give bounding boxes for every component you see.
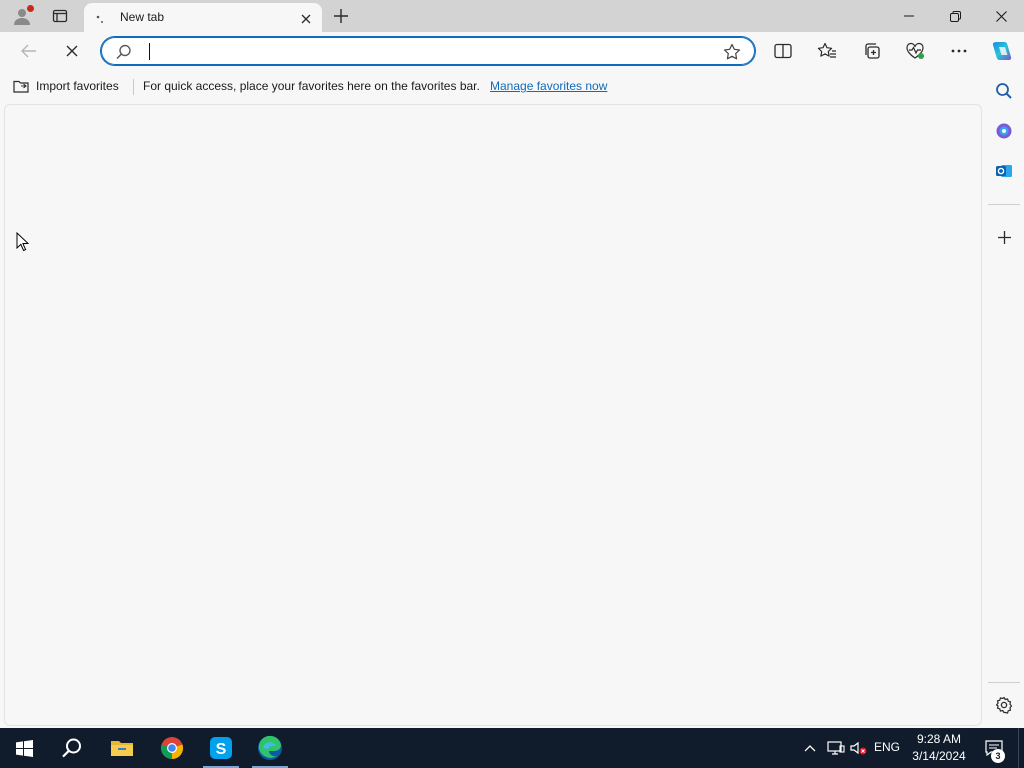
folder-icon: [111, 741, 133, 756]
address-bar[interactable]: [100, 36, 756, 66]
new-tab-button[interactable]: [328, 4, 354, 28]
import-favorites-icon: [13, 80, 29, 93]
start-button[interactable]: [0, 728, 48, 768]
sidebar: [984, 70, 1024, 726]
chevron-up-icon: [804, 745, 816, 752]
tab-new-tab[interactable]: New tab: [84, 3, 322, 32]
favorites-button[interactable]: [812, 36, 842, 66]
search-icon: [62, 738, 81, 758]
restore-icon: [949, 10, 961, 22]
settings-and-more-button[interactable]: [944, 36, 974, 66]
gear-icon: [995, 696, 1013, 714]
favorites-bar-divider: [133, 79, 134, 95]
minimize-icon: [904, 15, 914, 17]
toolbar: [0, 32, 1024, 70]
show-hidden-icons-button[interactable]: [800, 738, 820, 758]
mouse-cursor-icon: [16, 232, 30, 252]
clock[interactable]: 9:28 AM 3/14/2024: [906, 731, 972, 765]
sidebar-divider: [988, 682, 1020, 683]
tab-title: New tab: [120, 10, 165, 24]
taskbar-search-button[interactable]: [48, 728, 96, 768]
text-caret: [149, 43, 150, 60]
clock-time: 9:28 AM: [916, 732, 962, 746]
import-favorites-label: Import favorites: [36, 79, 119, 93]
input-language[interactable]: ENG: [874, 740, 900, 754]
skype-icon: S: [210, 737, 232, 759]
clock-date: 3/14/2024: [912, 749, 966, 763]
sidebar-settings-button[interactable]: [988, 690, 1020, 720]
show-desktop-button[interactable]: [1018, 728, 1024, 768]
favorites-bar: Import favorites For quick access, place…: [0, 72, 980, 100]
search-icon: [996, 83, 1012, 99]
split-screen-button[interactable]: [768, 36, 798, 66]
notification-count-badge: 3: [991, 749, 1005, 763]
taskbar: S ENG 9:28 AM 3/14/2024 3: [0, 728, 1024, 768]
tab-actions-button[interactable]: [46, 4, 74, 28]
loading-icon: [94, 11, 110, 27]
microsoft-365-icon: [996, 123, 1012, 139]
collections-button[interactable]: [857, 36, 887, 66]
network-icon: [827, 741, 845, 755]
edge-icon: [258, 735, 282, 760]
split-screen-icon: [774, 43, 792, 59]
page-content-area[interactable]: [4, 104, 982, 726]
profile-status-dot: [27, 5, 34, 12]
performance-icon: [906, 42, 924, 59]
title-bar: New tab: [0, 0, 1024, 32]
close-window-icon: [995, 10, 1007, 22]
tab-actions-icon: [52, 9, 68, 23]
address-input[interactable]: [153, 40, 717, 64]
outlook-icon: [996, 165, 1012, 177]
collections-icon: [865, 43, 880, 59]
minimize-button[interactable]: [886, 0, 932, 32]
volume-button[interactable]: [848, 738, 868, 758]
network-button[interactable]: [826, 738, 846, 758]
taskbar-chrome[interactable]: [148, 728, 196, 768]
restore-button[interactable]: [932, 0, 978, 32]
volume-muted-icon: [850, 741, 867, 755]
favorites-icon: [817, 42, 836, 58]
taskbar-edge[interactable]: [246, 728, 294, 768]
sidebar-divider: [988, 204, 1020, 205]
more-icon: [951, 49, 967, 53]
manage-favorites-link[interactable]: Manage favorites now: [490, 79, 607, 93]
sidebar-add-button[interactable]: [988, 222, 1020, 252]
chrome-icon: [160, 737, 184, 760]
sidebar-search-button[interactable]: [988, 76, 1020, 106]
import-favorites-button[interactable]: Import favorites: [12, 76, 119, 96]
close-icon: [301, 14, 311, 24]
back-arrow-icon: [21, 44, 36, 58]
taskbar-skype[interactable]: S: [197, 728, 245, 768]
copilot-icon: [992, 42, 1012, 60]
svg-text:S: S: [216, 741, 227, 758]
back-button[interactable]: [14, 36, 44, 66]
search-icon: [115, 43, 133, 61]
windows-icon: [15, 739, 33, 757]
stop-icon: [66, 45, 78, 57]
sidebar-outlook-button[interactable]: [988, 156, 1020, 186]
tab-close-button[interactable]: [296, 9, 316, 29]
plus-icon: [334, 9, 348, 23]
star-icon: [723, 43, 741, 60]
favorites-bar-message: For quick access, place your favorites h…: [143, 79, 480, 93]
close-window-button[interactable]: [978, 0, 1024, 32]
copilot-button[interactable]: [986, 36, 1018, 66]
sidebar-microsoft-365-button[interactable]: [988, 116, 1020, 146]
add-favorite-button[interactable]: [721, 41, 743, 63]
browser-essentials-button[interactable]: [900, 36, 930, 66]
plus-icon: [997, 230, 1011, 244]
stop-loading-button[interactable]: [58, 36, 86, 66]
taskbar-file-explorer[interactable]: [98, 728, 146, 768]
